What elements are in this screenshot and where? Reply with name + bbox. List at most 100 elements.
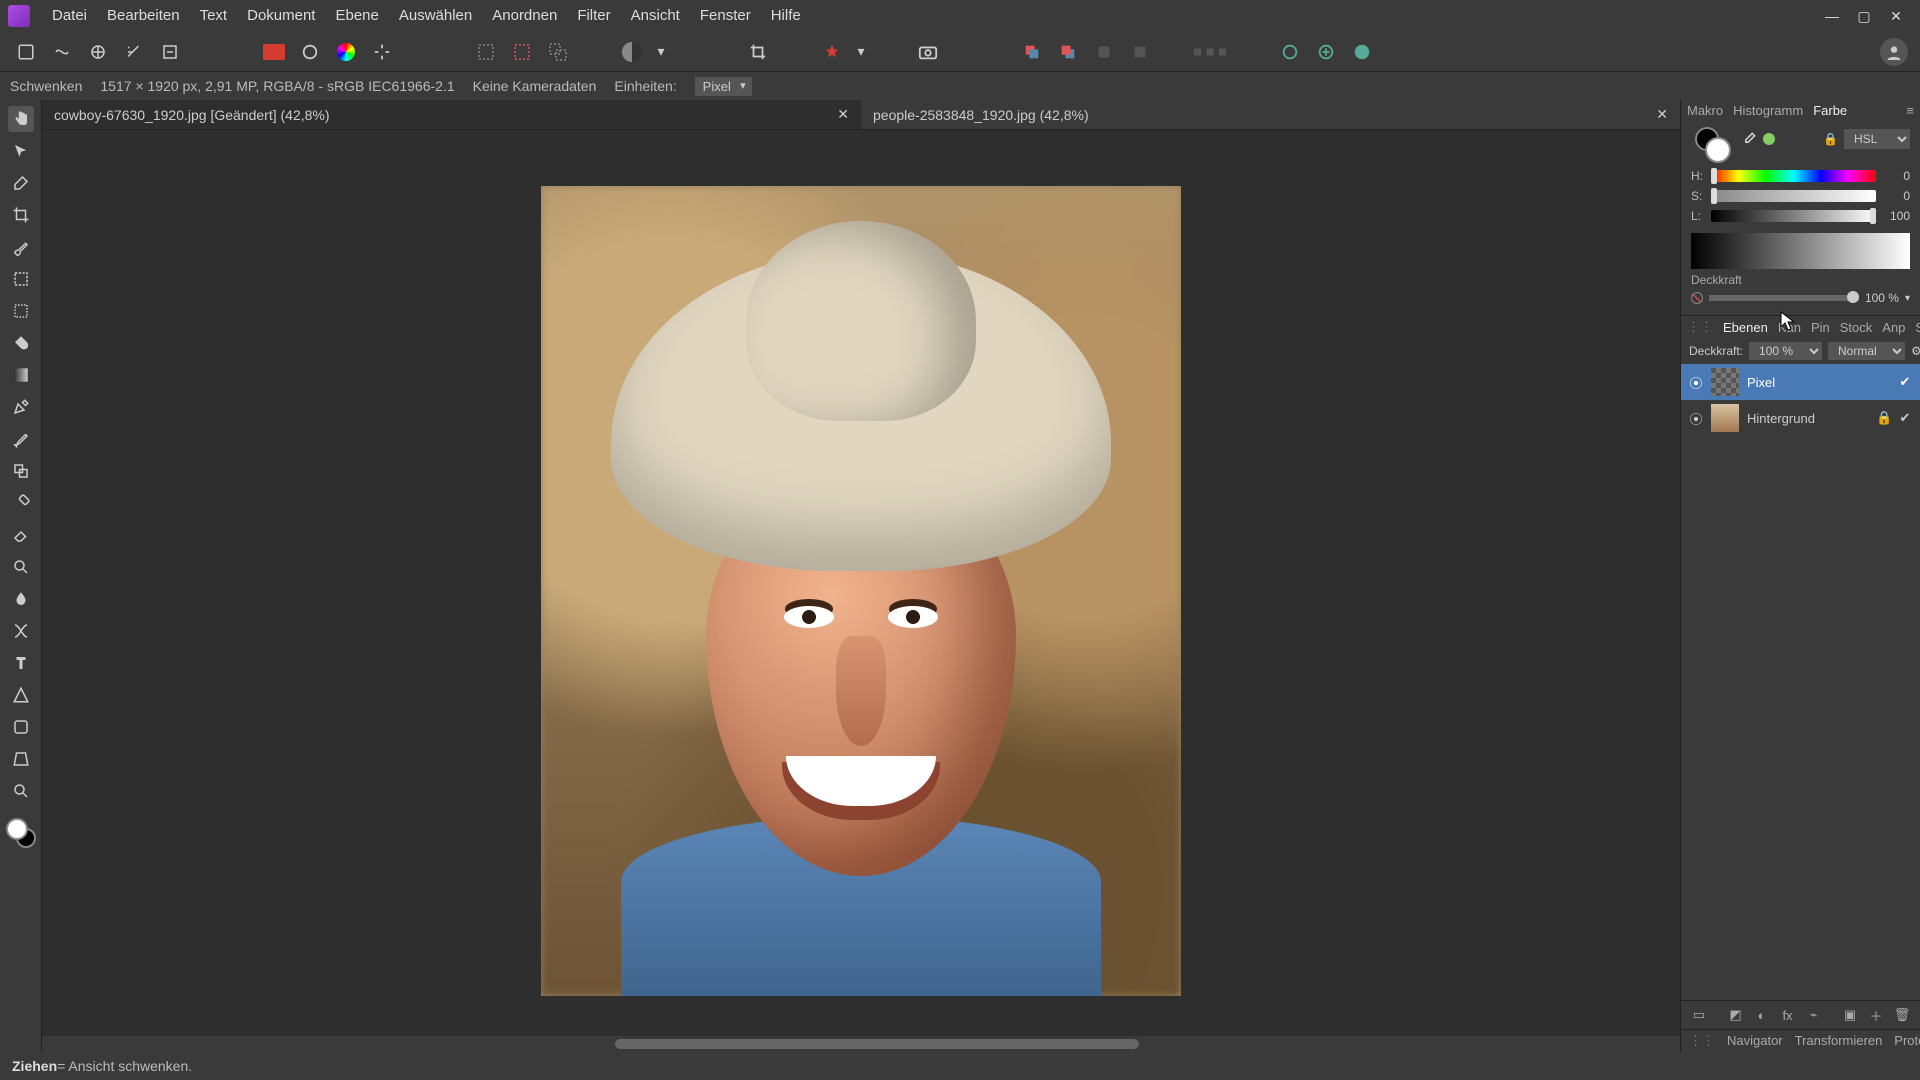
hue-slider[interactable]: H: 0 bbox=[1691, 169, 1910, 183]
tab-makro[interactable]: Makro bbox=[1687, 103, 1723, 118]
menu-ebene[interactable]: Ebene bbox=[325, 0, 388, 32]
cloud-status-icon[interactable] bbox=[1348, 38, 1376, 66]
document-canvas[interactable] bbox=[541, 186, 1181, 996]
tab-transformieren[interactable]: Transformieren bbox=[1795, 1033, 1883, 1049]
align-group-icon[interactable] bbox=[1190, 38, 1230, 66]
mesh-tool-icon[interactable] bbox=[8, 618, 34, 644]
hand-tool-icon[interactable] bbox=[8, 106, 34, 132]
tab-anp[interactable]: Anp bbox=[1882, 320, 1905, 335]
layer-visible-check-icon[interactable]: ✔ bbox=[1898, 374, 1912, 390]
persona-tone-icon[interactable] bbox=[120, 38, 148, 66]
brush-tool-icon[interactable] bbox=[8, 234, 34, 260]
eraser-tool-icon[interactable] bbox=[8, 522, 34, 548]
snapshot-icon[interactable] bbox=[914, 38, 942, 66]
opacity-none-icon[interactable] bbox=[1691, 292, 1703, 304]
layer-live-icon[interactable]: ⌁ bbox=[1804, 1005, 1824, 1025]
sync-icon[interactable] bbox=[1276, 38, 1304, 66]
tab-kan[interactable]: Kan bbox=[1778, 320, 1801, 335]
quickmask-icon[interactable] bbox=[618, 38, 646, 66]
layer-visibility-icon[interactable]: ⦿ bbox=[1689, 409, 1703, 428]
eyedropper-icon[interactable] bbox=[1741, 131, 1757, 147]
persona-develop-icon[interactable] bbox=[84, 38, 112, 66]
clone-tool-icon[interactable] bbox=[8, 458, 34, 484]
lock-icon[interactable]: 🔒 bbox=[1823, 132, 1838, 146]
menu-dokument[interactable]: Dokument bbox=[237, 0, 325, 32]
doc-tab-2-close-icon[interactable]: ✕ bbox=[1656, 106, 1668, 123]
persona-export-icon[interactable] bbox=[156, 38, 184, 66]
shape-tool-icon[interactable] bbox=[8, 682, 34, 708]
layer-thumbnail[interactable] bbox=[1711, 404, 1739, 432]
marquee-tool-icon[interactable] bbox=[8, 298, 34, 324]
horizontal-scrollbar[interactable] bbox=[42, 1036, 1680, 1052]
menu-anordnen[interactable]: Anordnen bbox=[482, 0, 567, 32]
layer-add-icon[interactable]: ＋ bbox=[1866, 1005, 1886, 1025]
arrange-front-icon[interactable] bbox=[1018, 38, 1046, 66]
zoom-tool-icon[interactable] bbox=[8, 778, 34, 804]
autolevels-icon[interactable] bbox=[296, 38, 324, 66]
tab-protokoll[interactable]: Protokoll bbox=[1894, 1033, 1920, 1049]
menu-fenster[interactable]: Fenster bbox=[690, 0, 761, 32]
assistant-icon[interactable] bbox=[818, 38, 846, 66]
layer-row-hintergrund[interactable]: ⦿ Hintergrund 🔒 ✔ bbox=[1681, 400, 1920, 436]
layer-group-icon[interactable]: ▣ bbox=[1840, 1005, 1860, 1025]
layers-drag-icon[interactable]: ⋮⋮ bbox=[1687, 319, 1713, 335]
bottom-drag-icon[interactable]: ⋮⋮ bbox=[1689, 1033, 1715, 1049]
assistant-dropdown-icon[interactable]: ▾ bbox=[854, 38, 868, 66]
layer-thumbnail[interactable] bbox=[1711, 368, 1739, 396]
selection-subtract-icon[interactable] bbox=[508, 38, 536, 66]
text-tool-icon[interactable] bbox=[8, 650, 34, 676]
doc-tab-1[interactable]: cowboy-67630_1920.jpg [Geändert] (42,8%)… bbox=[42, 100, 861, 129]
paintbrush-tool-icon[interactable] bbox=[8, 426, 34, 452]
hue-value[interactable]: 0 bbox=[1882, 169, 1910, 183]
flood-tool-icon[interactable] bbox=[8, 330, 34, 356]
saturation-value[interactable]: 0 bbox=[1882, 189, 1910, 203]
persona-liquify-icon[interactable] bbox=[48, 38, 76, 66]
lightness-slider[interactable]: L: 100 bbox=[1691, 209, 1910, 223]
color-swatch-pair[interactable] bbox=[6, 818, 36, 848]
autocolor-icon[interactable] bbox=[332, 38, 360, 66]
arrange-forward-icon[interactable] bbox=[1090, 38, 1118, 66]
blur-tool-icon[interactable] bbox=[8, 586, 34, 612]
autowhitebalance-icon[interactable] bbox=[368, 38, 396, 66]
layer-mask-icon[interactable]: ◩ bbox=[1726, 1005, 1746, 1025]
layer-fx-icon[interactable]: fx bbox=[1778, 1005, 1798, 1025]
persona-photo-icon[interactable] bbox=[12, 38, 40, 66]
foreground-swatch[interactable] bbox=[6, 818, 28, 840]
tab-stock[interactable]: Stock bbox=[1840, 320, 1873, 335]
selection-tool-icon[interactable] bbox=[8, 266, 34, 292]
tab-farbe[interactable]: Farbe bbox=[1813, 103, 1847, 118]
blend-mode-select[interactable]: Normal bbox=[1828, 342, 1905, 360]
doc-tab-1-close-icon[interactable]: ✕ bbox=[837, 106, 849, 123]
gradient-preview[interactable] bbox=[1691, 233, 1910, 269]
layer-adjust-icon[interactable]: ◐ bbox=[1752, 1005, 1772, 1025]
perspective-tool-icon[interactable] bbox=[8, 746, 34, 772]
color-opacity-dropdown-icon[interactable]: ▾ bbox=[1905, 293, 1910, 304]
tab-navigator[interactable]: Navigator bbox=[1727, 1033, 1783, 1049]
layer-opacity-select[interactable]: 100 % bbox=[1749, 342, 1822, 360]
pen-tool-icon[interactable] bbox=[8, 394, 34, 420]
sampler-dot-icon[interactable] bbox=[1763, 133, 1775, 145]
selection-add-icon[interactable] bbox=[472, 38, 500, 66]
saturation-slider[interactable]: S: 0 bbox=[1691, 189, 1910, 203]
maximize-button[interactable]: ▢ bbox=[1848, 8, 1880, 25]
doc-tab-2[interactable]: people-2583848_1920.jpg (42,8%) ✕ bbox=[861, 100, 1680, 129]
vector-tool-icon[interactable] bbox=[8, 714, 34, 740]
layer-name[interactable]: Pixel bbox=[1747, 375, 1890, 390]
menu-ansicht[interactable]: Ansicht bbox=[621, 0, 690, 32]
canvas-area[interactable] bbox=[42, 130, 1680, 1052]
heal-tool-icon[interactable] bbox=[8, 490, 34, 516]
horizontal-scroll-thumb[interactable] bbox=[615, 1039, 1139, 1049]
cloud-add-icon[interactable] bbox=[1312, 38, 1340, 66]
menu-bearbeiten[interactable]: Bearbeiten bbox=[97, 0, 190, 32]
colorpicker-tool-icon[interactable] bbox=[8, 170, 34, 196]
account-avatar-icon[interactable] bbox=[1880, 38, 1908, 66]
lightness-value[interactable]: 100 bbox=[1882, 209, 1910, 223]
layer-delete-icon[interactable]: 🗑 bbox=[1892, 1005, 1912, 1025]
tab-pin[interactable]: Pin bbox=[1811, 320, 1830, 335]
crop-icon[interactable] bbox=[744, 38, 772, 66]
layer-lock-indicator-icon[interactable]: 🔒 bbox=[1876, 410, 1890, 426]
tab-stile[interactable]: Stile bbox=[1915, 320, 1920, 335]
move-tool-icon[interactable] bbox=[8, 138, 34, 164]
selection-intersect-icon[interactable] bbox=[544, 38, 572, 66]
layer-edit-icon[interactable]: ▭ bbox=[1689, 1005, 1709, 1025]
